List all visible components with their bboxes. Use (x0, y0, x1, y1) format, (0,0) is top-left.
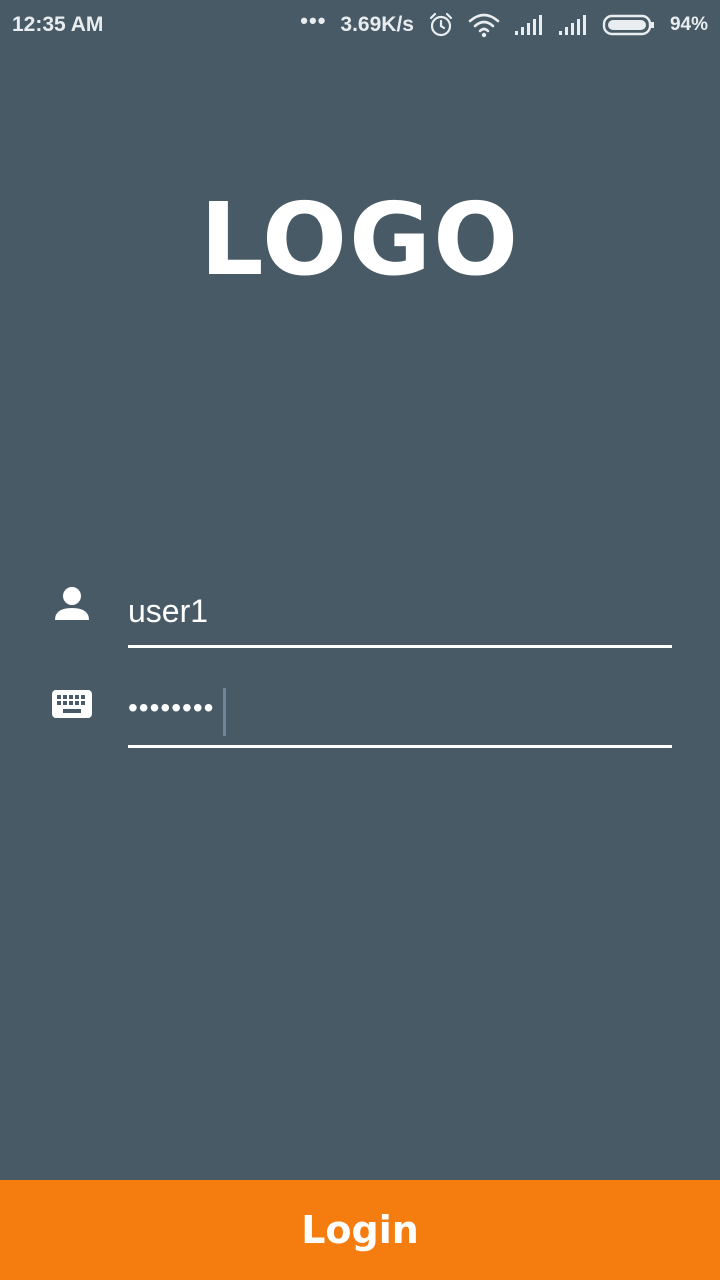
keyboard-icon (50, 682, 94, 726)
password-masked-value: •••••••• (128, 692, 215, 723)
status-bar: 12:35 AM ••• 3.69K/s 94% (0, 0, 720, 50)
username-row (0, 578, 720, 658)
battery-icon (602, 13, 656, 37)
app-logo: LOGO (199, 181, 521, 298)
username-input[interactable] (128, 578, 672, 648)
signal-icon-2 (558, 14, 588, 36)
login-screen: 12:35 AM ••• 3.69K/s 94% LOGO user1 ••••… (0, 0, 720, 1280)
wifi-icon (468, 12, 500, 38)
battery-percent: 94% (669, 14, 708, 35)
alarm-icon (428, 12, 454, 38)
network-speed: 3.69K/s (340, 13, 414, 36)
person-icon (50, 582, 94, 626)
signal-icon-1 (514, 14, 544, 36)
status-time: 12:35 AM (12, 13, 104, 36)
text-caret (223, 688, 226, 736)
password-row: •••••••• (0, 678, 720, 758)
more-notifications-icon: ••• (300, 8, 327, 33)
login-button[interactable]: Login (0, 1180, 720, 1280)
